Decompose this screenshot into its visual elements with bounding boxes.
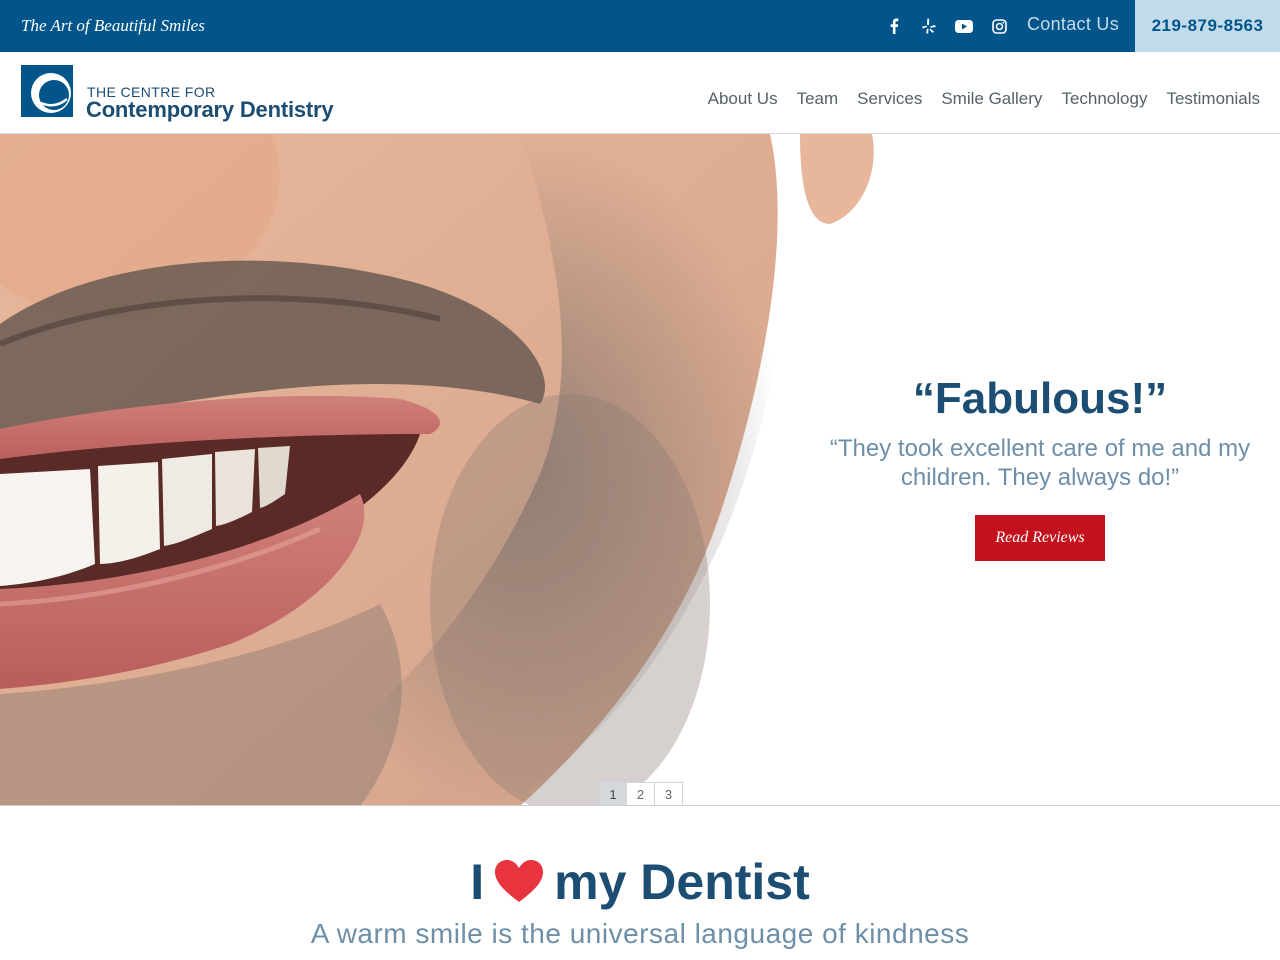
yelp-icon[interactable] bbox=[919, 16, 939, 36]
logo-line-2: Contemporary Dentistry bbox=[86, 97, 334, 122]
nav-services[interactable]: Services bbox=[857, 89, 922, 109]
top-bar: The Art of Beautiful Smiles Contact Us 2… bbox=[0, 0, 1280, 52]
heading-text-after: my Dentist bbox=[554, 854, 810, 910]
facebook-icon[interactable] bbox=[884, 16, 904, 36]
testimonial-quote: “They took excellent care of me and my c… bbox=[829, 435, 1251, 491]
nav-team[interactable]: Team bbox=[797, 89, 839, 109]
contact-us-link[interactable]: Contact Us bbox=[1027, 14, 1119, 35]
slide-page-3[interactable]: 3 bbox=[655, 782, 683, 805]
tagline: The Art of Beautiful Smiles bbox=[21, 16, 205, 35]
nav-technology[interactable]: Technology bbox=[1061, 89, 1147, 109]
nav-testimonials[interactable]: Testimonials bbox=[1166, 89, 1260, 109]
read-reviews-button[interactable]: Read Reviews bbox=[975, 515, 1105, 561]
section-subtitle: A warm smile is the universal language o… bbox=[310, 918, 970, 949]
heading-text-before: I bbox=[470, 854, 485, 910]
slider-pagination: 1 2 3 bbox=[599, 782, 683, 805]
nav-smile-gallery[interactable]: Smile Gallery bbox=[941, 89, 1042, 109]
hero-slider: “Fabulous!” “They took excellent care of… bbox=[0, 134, 1280, 806]
heart-icon bbox=[495, 860, 544, 902]
instagram-icon[interactable] bbox=[989, 16, 1009, 36]
testimonial-title: “Fabulous!” bbox=[912, 374, 1168, 423]
social-links bbox=[884, 14, 1009, 38]
youtube-icon[interactable] bbox=[954, 16, 974, 36]
nav-about-us[interactable]: About Us bbox=[708, 89, 778, 109]
slide-page-1[interactable]: 1 bbox=[599, 782, 627, 805]
site-logo[interactable]: THE CENTRE FOR Contemporary Dentistry bbox=[21, 65, 334, 122]
logo-mark-icon bbox=[21, 65, 73, 117]
site-header: THE CENTRE FOR Contemporary Dentistry Ab… bbox=[0, 52, 1280, 134]
hero-smile-photo bbox=[0, 134, 874, 805]
section-heading: Imy Dentist bbox=[0, 852, 1280, 912]
slide-page-2[interactable]: 2 bbox=[627, 782, 655, 805]
phone-number-link[interactable]: 219-879-8563 bbox=[1135, 0, 1280, 52]
main-nav: About Us Team Services Smile Gallery Tec… bbox=[708, 89, 1260, 109]
